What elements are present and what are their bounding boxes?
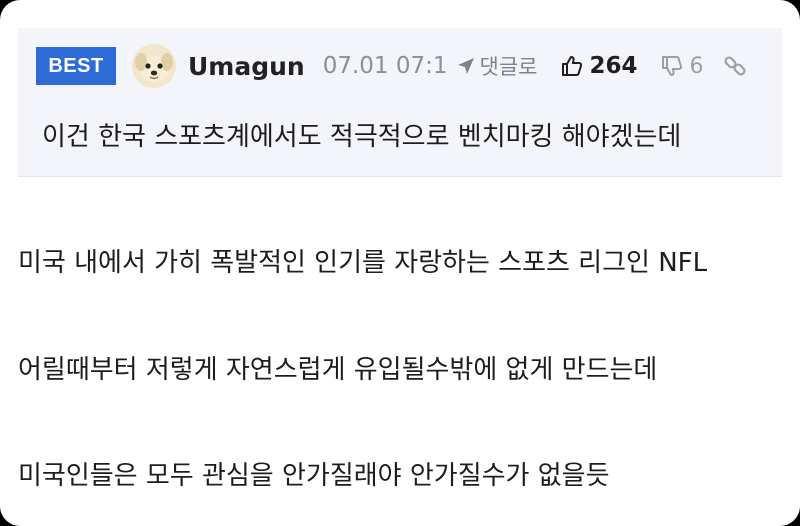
thumbs-down-icon <box>661 56 682 76</box>
dislike-count: 6 <box>689 53 704 79</box>
post-text-line: 미국 내에서 가히 폭발적인 인기를 자랑하는 스포츠 리그인 NFL <box>18 248 708 278</box>
like-count: 264 <box>589 53 638 79</box>
reply-label: 댓글로 <box>479 55 538 79</box>
post-text-line: 미국인들은 모두 관심을 안가질래야 안가질수가 없을듯 <box>18 461 610 491</box>
comment-text: 이건 한국 스포츠계에서도 적극적으로 벤치마킹 해야겠는데 <box>42 122 682 152</box>
screen: BEST Umagun 07.01 07:1 댓글로 264 6 이건 한국 스… <box>0 0 800 526</box>
avatar-dog-icon <box>132 44 176 88</box>
thumbs-up-icon <box>561 56 582 76</box>
username[interactable]: Umagun <box>188 52 305 81</box>
reply-arrow-icon <box>457 58 474 74</box>
link-icon <box>724 56 746 76</box>
best-comment: BEST Umagun 07.01 07:1 댓글로 264 6 이건 한국 스… <box>18 28 782 177</box>
copy-link-button[interactable] <box>722 53 748 79</box>
avatar[interactable] <box>132 44 176 88</box>
reply-button[interactable]: 댓글로 <box>456 51 538 81</box>
post-text-line: 어릴때부터 저렇게 자연스럽게 유입될수밖에 없게 만드는데 <box>18 355 658 385</box>
comment-timestamp: 07.01 07:1 <box>322 53 448 79</box>
dislike-button[interactable]: 6 <box>660 54 704 79</box>
like-button[interactable]: 264 <box>560 53 638 79</box>
comment-header: BEST Umagun 07.01 07:1 댓글로 264 6 <box>36 42 782 90</box>
best-badge: BEST <box>36 47 116 85</box>
